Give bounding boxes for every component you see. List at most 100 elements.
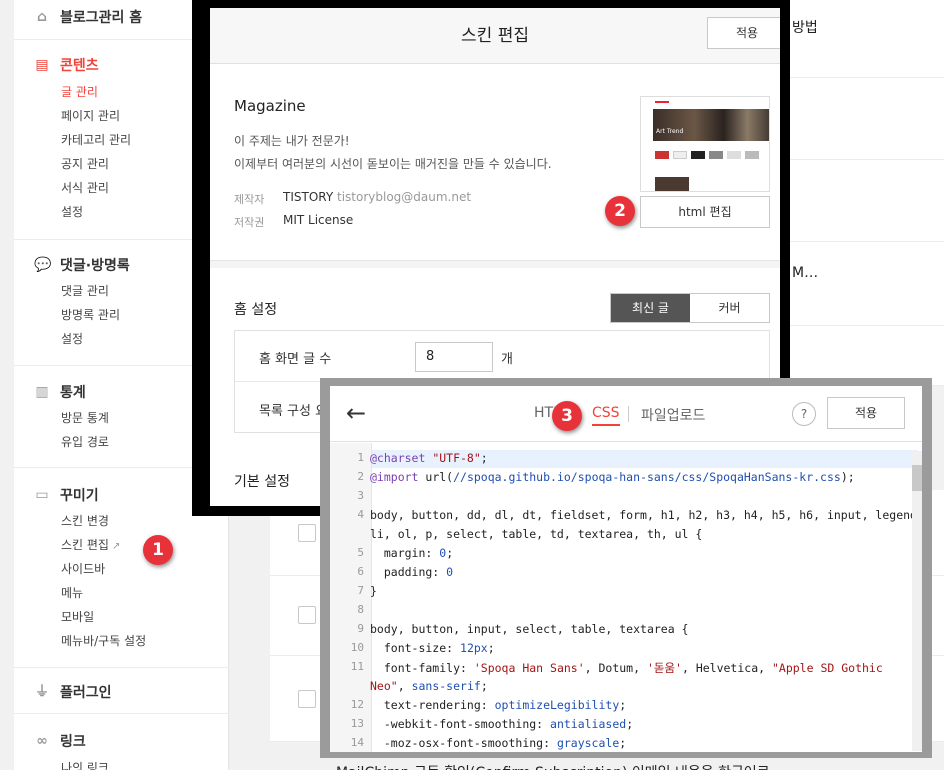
speech-bubble-icon: 💬 bbox=[34, 257, 52, 273]
sidebar-item-mobile[interactable]: 모바일 bbox=[61, 608, 94, 625]
sidebar-item-skin-edit[interactable]: 스킨 편집 ↗ bbox=[61, 536, 120, 553]
skin-apply-button[interactable]: 적용 bbox=[707, 17, 780, 49]
row-checkbox[interactable] bbox=[298, 606, 316, 624]
document-icon: ▤ bbox=[35, 57, 49, 73]
line-number: 13 bbox=[350, 717, 364, 730]
line-number: 11 bbox=[350, 660, 364, 673]
screen: 방법 M… MailChimp 구독 확인(Confirm Subscripti… bbox=[0, 0, 944, 770]
code-line: -moz-osx-font-smoothing: grayscale; bbox=[370, 736, 627, 750]
line-number: 12 bbox=[350, 698, 364, 711]
thumb-card bbox=[691, 151, 705, 159]
sidebar-item-posts[interactable]: 글 관리 bbox=[61, 83, 98, 100]
vertical-scrollbar[interactable] bbox=[912, 451, 922, 751]
line-number: 4 bbox=[357, 508, 364, 521]
row-checkbox[interactable] bbox=[298, 524, 316, 542]
tab-file-upload[interactable]: 파일업로드 bbox=[641, 405, 705, 425]
code-line: } bbox=[370, 584, 377, 598]
code-line: @charset "UTF-8"; bbox=[370, 451, 488, 465]
list-item-title[interactable]: 방법 bbox=[792, 17, 818, 37]
thumb-card bbox=[655, 177, 689, 191]
row-checkbox[interactable] bbox=[298, 690, 316, 708]
home-post-count-input[interactable]: 8 bbox=[415, 342, 493, 372]
sidebar-item-comment-manage[interactable]: 댓글 관리 bbox=[61, 282, 109, 299]
layout-icon: ▭ bbox=[35, 487, 49, 503]
list-config-label: 목록 구성 요 bbox=[259, 404, 328, 419]
sidebar-item-comments-settings[interactable]: 설정 bbox=[61, 330, 83, 347]
skin-editor-header: 스킨 편집 적용 bbox=[210, 8, 780, 64]
help-icon[interactable]: ? bbox=[792, 402, 816, 426]
thumb-caption: Art Trend bbox=[656, 128, 684, 135]
tab-latest-posts[interactable]: 최신 글 bbox=[611, 294, 690, 322]
basic-settings-title: 기본 설정 bbox=[234, 474, 290, 490]
list-item-title[interactable]: MailChimp 구독 확인(Confirm Subscription) 이메… bbox=[336, 762, 770, 770]
home-settings-title: 홈 설정 bbox=[234, 302, 278, 318]
sidebar-item-blog-home[interactable]: ⌂ 블로그관리 홈 bbox=[34, 7, 142, 27]
back-arrow-icon[interactable]: ← bbox=[346, 398, 376, 428]
sidebar-item-templates[interactable]: 서식 관리 bbox=[61, 179, 109, 196]
thumb-hero bbox=[653, 109, 769, 141]
code-line: @import url(//spoqa.github.io/spoqa-han-… bbox=[370, 470, 855, 484]
theme-thumbnail: Art Trend bbox=[640, 96, 770, 192]
line-number: 2 bbox=[357, 470, 364, 483]
theme-description-2: 이제부터 여러분의 시선이 돋보이는 매거진을 만들 수 있습니다. bbox=[234, 157, 552, 171]
tab-css[interactable]: CSS bbox=[592, 405, 620, 426]
callout-2: 2 bbox=[605, 196, 635, 226]
sidebar-item-plugin[interactable]: ⏚ 플러그인 bbox=[34, 682, 112, 702]
thumb-card bbox=[673, 151, 687, 159]
sidebar-item-pages[interactable]: 페이지 관리 bbox=[61, 107, 120, 124]
tab-separator bbox=[628, 406, 629, 422]
license-label: 저작권 bbox=[234, 216, 265, 229]
plug-icon: ⏚ bbox=[35, 684, 49, 700]
code-line: Neo", sans-serif; bbox=[370, 679, 488, 693]
setting-row: 홈 화면 글 수 8 개 bbox=[235, 331, 769, 382]
code-line: margin: 0; bbox=[370, 546, 454, 560]
thumb-card bbox=[745, 151, 759, 159]
code-editor-header: ← HTML CSS 파일업로드 ? 적용 bbox=[330, 386, 922, 442]
sidebar-item-skin-change[interactable]: 스킨 변경 bbox=[61, 512, 109, 529]
home-layout-tabs: 최신 글 커버 bbox=[610, 293, 770, 323]
callout-1: 1 bbox=[143, 535, 173, 565]
scrollbar-thumb[interactable] bbox=[912, 465, 922, 491]
sidebar-item-sidebar[interactable]: 사이드바 bbox=[61, 560, 105, 577]
callout-3: 3 bbox=[552, 401, 582, 431]
line-number: 8 bbox=[357, 603, 364, 616]
html-edit-button[interactable]: html 편집 bbox=[640, 196, 770, 228]
css-code-area[interactable]: 1 2 3 4 5 6 7 8 9 10 11 12 13 14 @charse… bbox=[330, 443, 922, 752]
sidebar-item-contents[interactable]: ▤ 콘텐츠 bbox=[34, 55, 98, 75]
maker-value: TISTORY tistoryblog@daum.net bbox=[283, 190, 472, 204]
sidebar-item-visit-stats[interactable]: 방문 통계 bbox=[61, 409, 109, 426]
line-number: 1 bbox=[357, 451, 364, 464]
editor-apply-button[interactable]: 적용 bbox=[827, 397, 905, 429]
thumb-card bbox=[709, 151, 723, 159]
code-line: body, button, dd, dl, dt, fieldset, form… bbox=[370, 508, 922, 522]
sidebar-item-categories[interactable]: 카테고리 관리 bbox=[61, 131, 131, 148]
sidebar-item-notices[interactable]: 공지 관리 bbox=[61, 155, 109, 172]
home-icon: ⌂ bbox=[36, 9, 48, 25]
code-line: body, button, input, select, table, text… bbox=[370, 622, 689, 636]
skin-editor-title: 스킨 편집 bbox=[461, 26, 529, 46]
line-number: 9 bbox=[357, 622, 364, 635]
sidebar-item-guestbook[interactable]: 방명록 관리 bbox=[61, 306, 120, 323]
sidebar-item-link[interactable]: ∞ 링크 bbox=[34, 731, 86, 751]
sidebar-item-contents-settings[interactable]: 설정 bbox=[61, 203, 83, 220]
sidebar-item-my-links[interactable]: 나의 링크 bbox=[61, 759, 109, 770]
thumb-logo bbox=[655, 101, 669, 103]
license-value: MIT License bbox=[283, 213, 354, 227]
line-number: 10 bbox=[350, 641, 364, 654]
theme-description-1: 이 주제는 내가 전문가! bbox=[234, 134, 350, 148]
sidebar-item-comments[interactable]: 💬 댓글·방명록 bbox=[34, 255, 130, 275]
sidebar-item-referrers[interactable]: 유입 경로 bbox=[61, 433, 109, 450]
home-post-count-label: 홈 화면 글 수 bbox=[259, 352, 332, 367]
sidebar-item-stats[interactable]: ▥ 통계 bbox=[34, 382, 85, 402]
sidebar-item-decorate[interactable]: ▭ 꾸미기 bbox=[34, 485, 98, 505]
link-icon: ∞ bbox=[36, 733, 48, 749]
sidebar-item-menubar[interactable]: 메뉴바/구독 설정 bbox=[61, 632, 146, 649]
tab-cover[interactable]: 커버 bbox=[690, 294, 769, 322]
line-number: 5 bbox=[357, 546, 364, 559]
sidebar-item-menu[interactable]: 메뉴 bbox=[61, 584, 83, 601]
code-line: font-family: 'Spoqa Han Sans', Dotum, '돋… bbox=[370, 661, 883, 675]
list-item-title[interactable]: M… bbox=[792, 265, 818, 281]
code-line: padding: 0 bbox=[370, 565, 454, 579]
line-number: 7 bbox=[357, 584, 364, 597]
theme-name: Magazine bbox=[234, 97, 306, 115]
